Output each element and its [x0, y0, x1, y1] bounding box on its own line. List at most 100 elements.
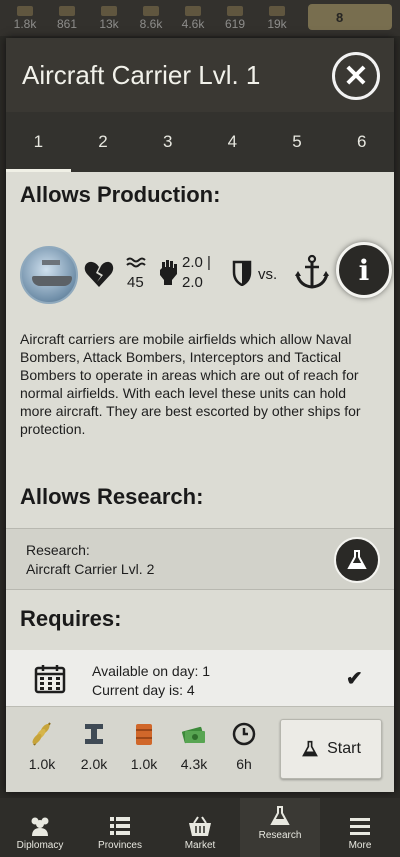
resource-value: 8.6k [139, 16, 163, 31]
box-icon [101, 5, 117, 16]
unit-stats-row: 45 2.0 | 2.0 vs. i [20, 242, 392, 306]
tab-level-4[interactable]: 4 [200, 112, 265, 172]
tab-level-6[interactable]: 6 [329, 112, 394, 172]
oil-icon [185, 5, 201, 16]
allows-production-title: Allows Production: [20, 182, 221, 207]
cost-oil: 1.0k [122, 721, 166, 772]
resource-money: 19k [256, 5, 298, 31]
flask-icon [347, 550, 367, 569]
component-icon [227, 5, 243, 16]
cost-value: 4.3k [180, 756, 208, 772]
grain-icon [32, 722, 51, 746]
app-root: 1.8k 861 13k 8.6k 4.6k 619 19k 8 Aircraf… [0, 0, 400, 857]
dialog-title: Aircraft Carrier Lvl. 1 [22, 60, 261, 90]
unit-image[interactable] [20, 246, 78, 304]
info-icon: i [358, 253, 370, 287]
research-label: Research: [26, 542, 90, 558]
start-button[interactable]: Start [280, 719, 382, 779]
broken-heart-icon [84, 261, 114, 287]
cost-value: 2.0k [80, 756, 108, 772]
menu-icon [350, 818, 370, 835]
level-tabs: 1 2 3 4 5 6 [6, 112, 394, 172]
money-icon [182, 726, 205, 744]
research-button[interactable] [334, 537, 380, 583]
research-row: Research: Aircraft Carrier Lvl. 2 [6, 528, 394, 590]
nav-label: Provinces [98, 840, 142, 851]
oil-icon [136, 724, 152, 745]
ship-shape [32, 276, 72, 286]
attack-value: 2.0 | [182, 254, 211, 271]
cost-value: 1.0k [28, 756, 56, 772]
resource-component: 619 [214, 5, 256, 31]
gold-value: 8 [336, 9, 344, 25]
building-dialog: Aircraft Carrier Lvl. 1 ✕ 1 2 3 4 5 6 Al… [6, 38, 394, 792]
info-button[interactable]: i [336, 242, 392, 298]
nav-market[interactable]: Market [160, 798, 240, 857]
nav-label: Research [258, 830, 302, 841]
waves-icon [126, 257, 146, 268]
cost-steel: 2.0k [72, 721, 116, 772]
nav-diplomacy[interactable]: Diplomacy [0, 798, 80, 857]
availability-row: Available on day: 1 Current day is: 4 ✔ [6, 650, 394, 706]
resource-grain: 1.8k [4, 5, 46, 31]
tab-level-2[interactable]: 2 [71, 112, 136, 172]
resource-steel: 8.6k [130, 5, 172, 31]
flask-icon [302, 740, 319, 757]
fist-icon [160, 260, 177, 285]
tab-level-3[interactable]: 3 [135, 112, 200, 172]
resource-oil: 4.6k [172, 5, 214, 31]
clock-icon [232, 722, 256, 746]
availability-text: Available on day: 1 Current day is: 4 [92, 662, 210, 700]
resource-value: 619 [224, 16, 246, 31]
money-icon [269, 5, 285, 16]
dialog-header: Aircraft Carrier Lvl. 1 ✕ [6, 38, 394, 112]
flask-icon [270, 806, 290, 825]
research-text: Research: Aircraft Carrier Lvl. 2 [26, 541, 154, 579]
cost-value: 1.0k [130, 756, 158, 772]
tab-level-1[interactable]: 1 [6, 112, 71, 172]
resource-value: 4.6k [181, 16, 205, 31]
cost-time: 6h [222, 721, 266, 772]
nav-more[interactable]: More [320, 798, 400, 857]
tab-level-5[interactable]: 5 [265, 112, 330, 172]
cost-value: 6h [236, 756, 252, 772]
resource-crate: 861 [46, 5, 88, 31]
nav-label: More [348, 840, 372, 851]
nav-provinces[interactable]: Provinces [80, 798, 160, 857]
start-label: Start [327, 740, 361, 757]
cost-grain: 1.0k [20, 721, 64, 772]
nav-label: Diplomacy [16, 840, 64, 851]
close-button[interactable]: ✕ [332, 52, 380, 100]
calendar-icon [34, 665, 66, 694]
grain-icon [17, 5, 33, 16]
cost-money: 4.3k [172, 721, 216, 772]
plane-shape [42, 260, 60, 265]
available-day: Available on day: 1 [92, 663, 211, 679]
resource-value: 19k [267, 16, 287, 31]
requires-title: Requires: [20, 606, 122, 631]
resource-value: 13k [99, 16, 119, 31]
people-icon [31, 817, 49, 836]
anchor-icon [295, 254, 329, 289]
close-icon: ✕ [343, 59, 369, 93]
list-icon [110, 817, 130, 835]
resource-bar: 1.8k 861 13k 8.6k 4.6k 619 19k 8 [0, 0, 400, 36]
research-value: Aircraft Carrier Lvl. 2 [26, 561, 155, 577]
gold-counter[interactable]: 8 [308, 4, 392, 30]
resource-box: 13k [88, 5, 130, 31]
attack-value-2: 2.0 [182, 274, 203, 291]
current-day: Current day is: 4 [92, 682, 195, 698]
steel-icon [143, 5, 159, 16]
resource-value: 861 [56, 16, 78, 31]
check-icon: ✔ [346, 668, 363, 690]
bottom-nav: Diplomacy Provinces Market Research More [0, 798, 400, 857]
nav-research[interactable]: Research [240, 798, 320, 857]
shield-icon [232, 260, 252, 286]
unit-description: Aircraft carriers are mobile airfields w… [20, 331, 361, 437]
crate-icon [59, 5, 75, 16]
vs-label: vs. [258, 266, 278, 283]
basket-icon [189, 816, 211, 836]
nav-label: Market [184, 840, 216, 851]
resource-value: 1.8k [13, 16, 37, 31]
speed-value: 45 [127, 274, 144, 291]
